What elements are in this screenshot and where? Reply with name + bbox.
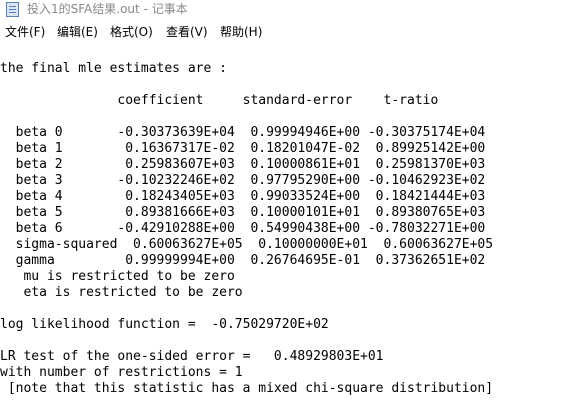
text-line: gamma 0.99999994E+00 0.26764695E-01 0.37… [0,253,486,268]
text-line: coefficient standard-error t-ratio [0,93,439,108]
notepad-window: 投入1的SFA结果.out - 记事本 文件(F) 编辑(E) 格式(O) 查看… [0,0,564,413]
text-line: beta 5 0.89381666E+03 0.10000101E+01 0.8… [0,205,486,220]
text-line: log likelihood function = -0.75029720E+0… [0,317,329,332]
text-line: beta 3 -0.10232246E+02 0.97795290E+00 -0… [0,173,486,188]
menu-file[interactable]: 文件(F) [5,24,45,40]
text-line: sigma-squared 0.60063627E+05 0.10000000E… [0,237,494,252]
title-bar[interactable]: 投入1的SFA结果.out - 记事本 [0,0,564,19]
window-title: 投入1的SFA结果.out - 记事本 [27,2,188,16]
text-line: eta is restricted to be zero [0,285,243,300]
text-line: beta 6 -0.42910288E+00 0.54990438E+00 -0… [0,221,486,236]
text-line: beta 0 -0.30373639E+04 0.99994946E+00 -0… [0,125,486,140]
text-line: beta 2 0.25983607E+03 0.10000861E+01 0.2… [0,157,486,172]
notepad-icon [6,2,19,17]
text-line: beta 4 0.18243405E+03 0.99033524E+00 0.1… [0,189,486,204]
menu-bar: 文件(F) 编辑(E) 格式(O) 查看(V) 帮助(H) [0,19,564,45]
menu-view[interactable]: 查看(V) [166,24,208,40]
text-line: beta 1 0.16367317E-02 0.18201047E-02 0.8… [0,141,486,156]
text-line: LR test of the one-sided error = 0.48929… [0,349,384,364]
text-editor[interactable]: the final mle estimates are : coefficien… [0,44,564,413]
text-line: [note that this statistic has a mixed ch… [0,381,494,396]
menu-format[interactable]: 格式(O) [110,24,153,40]
menu-help[interactable]: 帮助(H) [220,24,262,40]
text-line: mu is restricted to be zero [0,269,235,284]
menu-edit[interactable]: 编辑(E) [57,24,98,40]
text-line: with number of restrictions = 1 [0,365,243,380]
text-line: the final mle estimates are : [0,61,227,76]
